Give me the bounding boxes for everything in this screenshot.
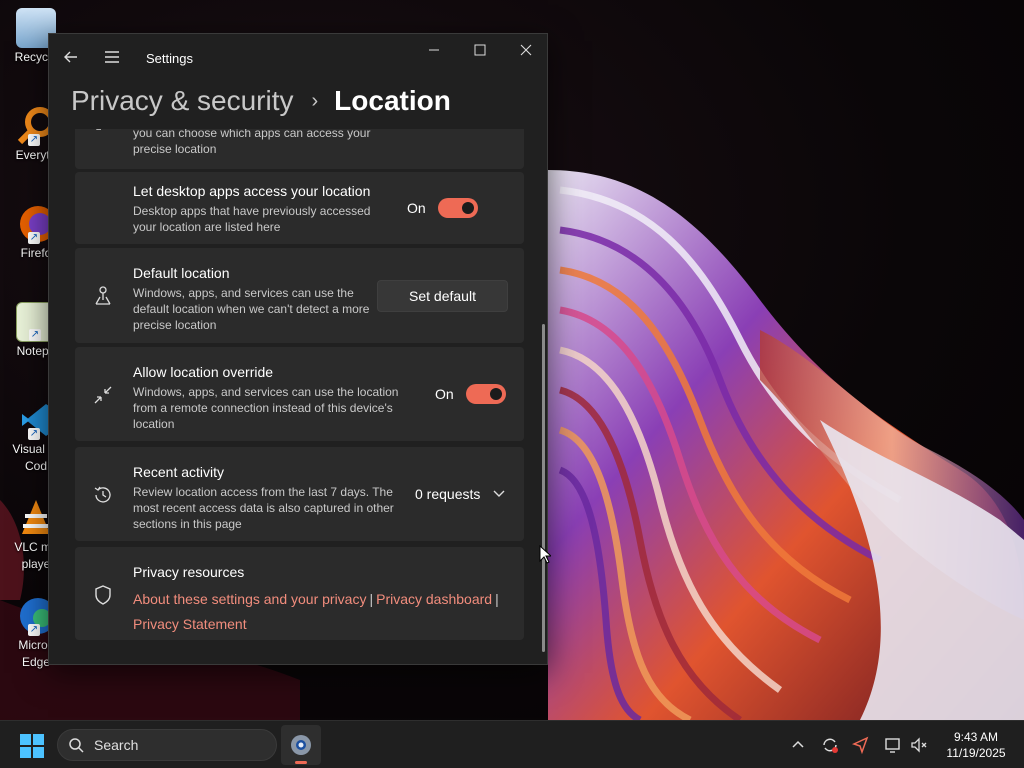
mouse-cursor-icon (539, 544, 553, 565)
tray-volume-button[interactable] (907, 733, 931, 757)
location-access-card: you can choose which apps can access you… (75, 129, 524, 169)
default-location-description: Windows, apps, and services can use the … (133, 286, 370, 332)
privacy-resources-card: Privacy resources About these settings a… (75, 547, 524, 640)
remote-connection-icon (91, 383, 115, 407)
back-arrow-icon (64, 51, 77, 63)
clock-date: 11/19/2025 (946, 746, 1006, 760)
about-settings-privacy-link[interactable]: About these settings and your privacy (133, 591, 366, 607)
shortcut-arrow-icon: ↗ (29, 329, 41, 341)
close-button[interactable] (503, 34, 547, 66)
default-location-card: Default location Windows, apps, and serv… (75, 248, 524, 343)
tray-location-button[interactable] (849, 733, 873, 757)
location-arrow-icon (851, 736, 869, 755)
window-title: Settings (146, 51, 193, 66)
desktop-apps-location-card: Let desktop apps access your location De… (75, 172, 524, 244)
location-override-title: Allow location override (133, 364, 274, 380)
minimize-button[interactable] (411, 34, 457, 66)
shortcut-arrow-icon: ↗ (28, 624, 40, 636)
history-icon (91, 483, 115, 507)
maximize-icon (474, 44, 486, 56)
chevron-up-icon (792, 740, 804, 748)
desktop-apps-description: Desktop apps that have previously access… (133, 204, 371, 234)
vertical-scrollbar[interactable] (542, 324, 545, 652)
location-override-toggle[interactable] (465, 384, 506, 404)
clock-time: 9:43 AM (953, 730, 999, 744)
recent-activity-description: Review location access from the last 7 d… (133, 485, 394, 531)
shortcut-arrow-icon: ↗ (28, 232, 40, 244)
taskbar: Search 9:43 AM 11/19/2025 (0, 720, 1024, 768)
show-hidden-icons-button[interactable] (786, 733, 810, 757)
settings-gear-icon (291, 735, 311, 755)
page-title: Location (334, 85, 451, 116)
minimize-icon (429, 49, 439, 51)
back-button[interactable] (59, 44, 85, 70)
taskbar-clock[interactable]: 9:43 AM 11/19/2025 (938, 729, 1014, 761)
shortcut-arrow-icon: ↗ (28, 428, 40, 440)
location-override-card: Allow location override Windows, apps, a… (75, 347, 524, 441)
sync-icon (823, 738, 838, 753)
recent-activity-title: Recent activity (133, 464, 225, 480)
desktop-apps-toggle-group[interactable]: On (407, 198, 478, 218)
privacy-resources-title: Privacy resources (133, 564, 245, 580)
navigation-menu-button[interactable] (99, 44, 125, 70)
maximize-button[interactable] (457, 34, 503, 66)
location-override-description: Windows, apps, and services can use the … (133, 385, 399, 431)
desktop-apps-title: Let desktop apps access your location (133, 183, 371, 199)
close-icon (520, 44, 532, 56)
tray-sync-button[interactable] (818, 733, 842, 757)
shield-icon (91, 583, 115, 607)
volume-muted-icon (911, 737, 927, 753)
recent-activity-card[interactable]: Recent activity Review location access f… (75, 447, 524, 541)
active-app-indicator (295, 761, 307, 764)
search-icon (68, 737, 84, 753)
privacy-statement-link[interactable]: Privacy Statement (133, 616, 247, 632)
network-monitor-icon (885, 738, 900, 753)
breadcrumb-parent[interactable]: Privacy & security (71, 85, 294, 117)
chevron-down-icon[interactable] (491, 485, 507, 501)
default-location-title: Default location (133, 265, 230, 281)
start-button[interactable] (20, 734, 44, 758)
map-pin-icon (91, 284, 115, 308)
settings-content[interactable]: you can choose which apps can access you… (49, 129, 547, 664)
shortcut-arrow-icon: ↗ (28, 134, 40, 146)
taskbar-search-box[interactable]: Search (57, 729, 277, 761)
set-default-button[interactable]: Set default (377, 280, 508, 312)
title-bar: Settings (49, 34, 547, 82)
windows-logo-icon (20, 734, 31, 745)
settings-window: Settings Privacy & security › Location y… (48, 33, 548, 665)
breadcrumb: Privacy & security › Location (71, 81, 451, 121)
taskbar-settings-app[interactable] (281, 725, 321, 765)
breadcrumb-separator-icon: › (311, 89, 319, 112)
tray-network-button[interactable] (881, 733, 905, 757)
list-icon (91, 129, 115, 143)
location-override-toggle-group[interactable]: On (435, 384, 506, 404)
recent-activity-count: 0 requests (415, 486, 481, 502)
hamburger-icon (105, 51, 119, 63)
privacy-dashboard-link[interactable]: Privacy dashboard (376, 591, 492, 607)
desktop-apps-toggle[interactable] (437, 198, 478, 218)
